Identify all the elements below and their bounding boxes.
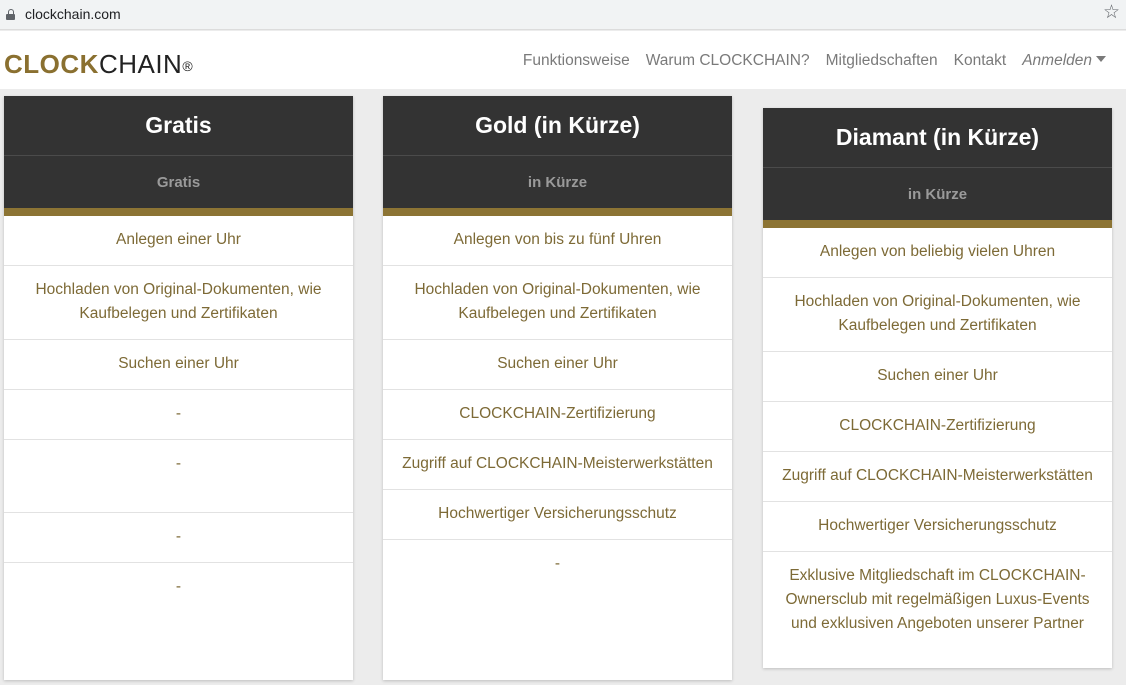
logo-registered-mark: ® (182, 58, 193, 74)
plan-subtitle: in Kürze (383, 156, 732, 208)
nav-link-warum-clockchain[interactable]: Warum CLOCKCHAIN? (646, 51, 810, 71)
feature-row: Hochwertiger Versicherungsschutz (763, 502, 1112, 552)
plan-title: Diamant (in Kürze) (763, 108, 1112, 168)
feature-row: - (383, 540, 732, 589)
login-label: Anmelden (1022, 52, 1092, 69)
login-dropdown[interactable]: Anmelden (1022, 51, 1106, 71)
feature-row: Anlegen einer Uhr (4, 216, 353, 266)
feature-row: Anlegen von bis zu fünf Uhren (383, 216, 732, 266)
feature-row: - (4, 563, 353, 612)
browser-address-bar[interactable]: clockchain.com ☆ (0, 0, 1126, 30)
lock-icon[interactable] (6, 9, 15, 20)
feature-row: Suchen einer Uhr (4, 340, 353, 390)
feature-row: Anlegen von beliebig vielen Uhren (763, 228, 1112, 278)
site-navbar: CLOCKCHAIN® Funktionsweise Warum CLOCKCH… (0, 31, 1126, 89)
feature-row: Zugriff auf CLOCKCHAIN-Meisterwerkstätte… (383, 440, 732, 490)
feature-row: Exklusive Mitgliedschaft im CLOCKCHAIN-O… (763, 552, 1112, 648)
plan-subtitle: Gratis (4, 156, 353, 208)
plan-title: Gratis (4, 96, 353, 156)
main-nav: Funktionsweise Warum CLOCKCHAIN? Mitglie… (523, 51, 1106, 71)
feature-row: Suchen einer Uhr (763, 352, 1112, 402)
plan-title: Gold (in Kürze) (383, 96, 732, 156)
plan-subtitle: in Kürze (763, 168, 1112, 220)
logo-part-clock: CLOCK (4, 49, 99, 79)
gold-divider (383, 208, 732, 216)
nav-link-funktionsweise[interactable]: Funktionsweise (523, 51, 630, 71)
gold-divider (4, 208, 353, 216)
feature-row: Hochwertiger Versicherungsschutz (383, 490, 732, 540)
feature-row: - (4, 513, 353, 563)
caret-down-icon (1096, 56, 1106, 62)
feature-row: Hochladen von Original-Dokumenten, wie K… (4, 266, 353, 340)
feature-row: Hochladen von Original-Dokumenten, wie K… (763, 278, 1112, 352)
logo-part-chain: CHAIN (99, 49, 182, 79)
feature-row: - (4, 440, 353, 513)
feature-row: Suchen einer Uhr (383, 340, 732, 390)
feature-row: - (4, 390, 353, 440)
gold-divider (763, 220, 1112, 228)
feature-row: Hochladen von Original-Dokumenten, wie K… (383, 266, 732, 340)
feature-row: Zugriff auf CLOCKCHAIN-Meisterwerkstätte… (763, 452, 1112, 502)
feature-row: CLOCKCHAIN-Zertifizierung (763, 402, 1112, 452)
plan-card-gold: Gold (in Kürze) in Kürze Anlegen von bis… (383, 96, 732, 680)
plan-card-gratis: Gratis Gratis Anlegen einer Uhr Hochlade… (4, 96, 353, 680)
bookmark-star-icon[interactable]: ☆ (1103, 3, 1120, 23)
plan-card-diamant: Diamant (in Kürze) in Kürze Anlegen von … (763, 108, 1112, 668)
clockchain-logo[interactable]: CLOCKCHAIN® (4, 49, 193, 79)
url-text[interactable]: clockchain.com (25, 6, 121, 22)
nav-link-kontakt[interactable]: Kontakt (954, 51, 1007, 71)
nav-link-mitgliedschaften[interactable]: Mitgliedschaften (826, 51, 938, 71)
feature-row: CLOCKCHAIN-Zertifizierung (383, 390, 732, 440)
